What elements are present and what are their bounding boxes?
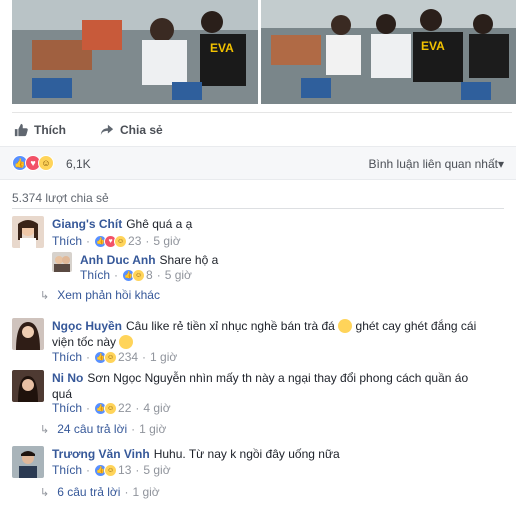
reply-text: Share hộ a <box>159 253 219 267</box>
share-button[interactable]: Chia sẻ <box>100 123 163 137</box>
comment-reaction-count: 23 <box>128 234 142 248</box>
separator: · <box>135 463 140 477</box>
view-replies-link[interactable]: ↳ 24 câu trả lời · 1 giờ <box>40 422 166 436</box>
haha-reaction-icon: ☺ <box>132 268 146 282</box>
comment-body: Trương Văn Vinh Huhu. Từ nay k ngồi đây u… <box>52 446 340 462</box>
avatar[interactable] <box>12 370 44 402</box>
separator: · <box>86 234 91 248</box>
haha-reaction-icon: ☺ <box>104 463 118 477</box>
comment-meta: Thích · 👍 ☺ 234 · 1 giờ <box>52 350 177 364</box>
comment-time[interactable]: 4 giờ <box>143 401 170 415</box>
comment-like-link[interactable]: Thích <box>52 401 82 415</box>
view-more-replies-link[interactable]: ↳ Xem phản hồi khác <box>40 288 160 302</box>
share-count[interactable]: 5.374 lượt chia sẻ <box>12 191 109 205</box>
smirk-emoji-icon <box>119 335 134 349</box>
separator: · <box>131 422 136 436</box>
separator: · <box>156 268 161 282</box>
comment-reactions[interactable]: 👍 ☺ <box>94 463 118 477</box>
comment-body: Ni No Sơn Ngọc Nguyễn nhìn mấy th này a n… <box>52 370 507 402</box>
replies-count-label: 6 câu trả lời <box>57 485 121 499</box>
reply-body: Anh Duc Anh Share hộ a <box>80 252 218 268</box>
share-label: Chia sẻ <box>120 123 163 137</box>
replies-count-label: 24 câu trả lời <box>57 422 128 436</box>
reaction-icons[interactable]: 👍 ♥ ☺ <box>12 155 54 171</box>
comment-time[interactable]: 5 giờ <box>153 234 180 248</box>
haha-reaction-icon: ☺ <box>104 350 118 364</box>
avatar[interactable] <box>12 318 44 350</box>
comment-text: Sơn Ngọc Nguyễn nhìn mấy th này a ngại t… <box>87 371 469 385</box>
replies-time: 1 giờ <box>132 485 160 499</box>
comment-time[interactable]: 5 giờ <box>143 463 170 477</box>
separator: · <box>124 485 129 499</box>
separator: · <box>86 401 91 415</box>
comment-text-cont: quá <box>52 387 73 401</box>
comment-meta: Thích · 👍 ♥ ☺ 23 · 5 giờ <box>52 234 181 248</box>
comment-author[interactable]: Ngọc Huyền <box>52 319 122 333</box>
smirk-emoji-icon <box>338 319 353 333</box>
comment-author[interactable]: Trương Văn Vinh <box>52 447 150 461</box>
comment-reactions[interactable]: 👍 ♥ ☺ <box>94 234 128 248</box>
avatar[interactable] <box>12 446 44 478</box>
comment-reaction-count: 234 <box>118 350 139 364</box>
comment-body: Ngọc Huyền Câu like rẻ tiền xỉ nhục nghề … <box>52 318 507 350</box>
comment-text: Huhu. Từ nay k ngồi đây uống nữa <box>153 447 340 461</box>
reply-time[interactable]: 5 giờ <box>165 268 192 282</box>
like-label: Thích <box>34 123 66 137</box>
separator: · <box>114 268 119 282</box>
post-photo-right[interactable]: EVA <box>261 0 516 104</box>
reply-meta: Thích · 👍 ☺ 8 · 5 giờ <box>80 268 192 282</box>
comment-author[interactable]: Giang's Chít <box>52 217 122 231</box>
reaction-count[interactable]: 6,1K <box>66 157 91 171</box>
comment-text: Câu like rẻ tiền xỉ nhục nghề bán trà đá <box>126 319 335 333</box>
post-photo-left[interactable]: EVA <box>12 0 258 104</box>
comment-reaction-count: 13 <box>118 463 132 477</box>
separator: · <box>145 234 150 248</box>
eva-logo-right: EVA <box>421 39 445 53</box>
comment-reactions[interactable]: 👍 ☺ <box>94 350 118 364</box>
comment-like-link[interactable]: Thích <box>52 350 82 364</box>
reply-reactions[interactable]: 👍 ☺ <box>122 268 146 282</box>
comment-author[interactable]: Ni No <box>52 371 83 385</box>
comment-sort-dropdown[interactable]: Bình luận liên quan nhất▾ <box>369 157 504 171</box>
comment-time[interactable]: 1 giờ <box>150 350 177 364</box>
avatar[interactable] <box>52 252 72 272</box>
comment-text: Ghê quá a ạ <box>126 217 193 231</box>
separator: · <box>135 401 140 415</box>
share-arrow-icon <box>100 124 114 136</box>
reply-reaction-count: 8 <box>146 268 153 282</box>
view-replies-link[interactable]: ↳ 6 câu trả lời · 1 giờ <box>40 485 160 499</box>
view-more-replies-label: Xem phản hồi khác <box>57 288 160 302</box>
comment-meta: Thích · 👍 ☺ 13 · 5 giờ <box>52 463 171 477</box>
separator: · <box>142 350 147 364</box>
haha-reaction-icon: ☺ <box>38 155 54 171</box>
reply-arrow-icon: ↳ <box>40 486 50 499</box>
comment-reaction-count: 22 <box>118 401 132 415</box>
comment-like-link[interactable]: Thích <box>52 463 82 477</box>
separator: · <box>86 463 91 477</box>
haha-reaction-icon: ☺ <box>104 401 118 415</box>
like-button[interactable]: Thích <box>14 123 66 137</box>
reply-arrow-icon: ↳ <box>40 423 50 436</box>
reply-arrow-icon: ↳ <box>40 289 50 302</box>
comment-body: Giang's Chít Ghê quá a ạ <box>52 216 192 232</box>
comment-reactions[interactable]: 👍 ☺ <box>94 401 118 415</box>
reply-like-link[interactable]: Thích <box>80 268 110 282</box>
replies-time: 1 giờ <box>139 422 167 436</box>
separator: · <box>86 350 91 364</box>
post-photos: EVA EVA <box>12 0 516 104</box>
comment-text-line3: viện tốc này <box>52 335 117 349</box>
haha-reaction-icon: ☺ <box>114 234 128 248</box>
comment-like-link[interactable]: Thích <box>52 234 82 248</box>
post-actions: Thích Chia sẻ <box>12 112 512 148</box>
divider <box>12 208 504 209</box>
eva-logo-left: EVA <box>210 41 234 55</box>
comment-text-cont: ghét cay ghét đắng cái <box>355 319 477 333</box>
avatar[interactable] <box>12 216 44 248</box>
comment-meta: Thích · 👍 ☺ 22 · 4 giờ <box>52 401 171 415</box>
reply-author[interactable]: Anh Duc Anh <box>80 253 156 267</box>
thumbs-up-icon <box>14 123 28 137</box>
reactions-bar: 👍 ♥ ☺ 6,1K Bình luận liên quan nhất▾ <box>0 146 516 180</box>
